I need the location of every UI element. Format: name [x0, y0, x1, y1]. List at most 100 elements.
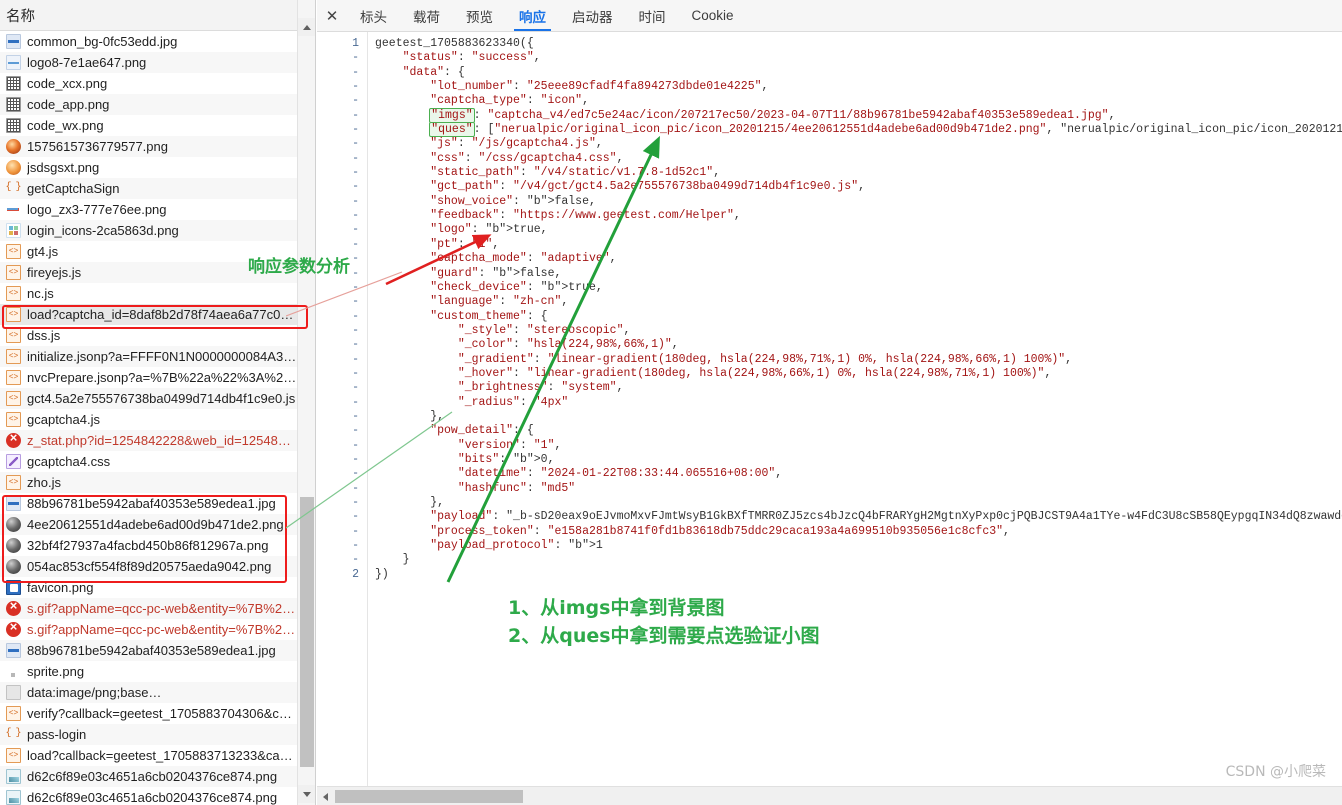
tab-label: 响应 [519, 9, 546, 25]
code-line: geetest_1705883623340({ [375, 37, 534, 50]
list-item[interactable]: dss.js [0, 325, 298, 346]
list-item-label: nvcPrepare.jsonp?a=%7B%22a%22%3A%22FFFF0… [27, 370, 298, 385]
tab-label: 标头 [360, 9, 387, 25]
list-item[interactable]: 88b96781be5942abaf40353e589edea1.jpg [0, 640, 298, 661]
list-item[interactable]: getCaptchaSign [0, 178, 298, 199]
list-item[interactable]: gcaptcha4.js [0, 409, 298, 430]
list-item[interactable]: data:image/png;base… [0, 682, 298, 703]
line-number: - [352, 223, 359, 237]
horizontal-scrollbar[interactable] [317, 786, 1342, 805]
code-line: "captcha_type": "icon", [430, 94, 589, 108]
line-number: - [352, 252, 359, 266]
image-png-icon [6, 202, 21, 217]
line-number: - [352, 539, 359, 553]
image-sprite-icon [6, 223, 21, 238]
tab-0[interactable]: 标头 [347, 0, 400, 31]
response-body-viewer[interactable]: 1------------------------------------2 g… [317, 32, 1342, 786]
stylesheet-icon [6, 454, 21, 469]
list-item[interactable]: z_stat.php?id=1254842228&web_id=12548422… [0, 430, 298, 451]
image-jpg-icon [6, 496, 21, 511]
list-item[interactable]: gcaptcha4.css [0, 451, 298, 472]
list-item[interactable]: 054ac853cf554f8f89d20575aeda9042.png [0, 556, 298, 577]
tab-6[interactable]: Cookie [679, 0, 747, 31]
list-item[interactable]: fireyejs.js [0, 262, 298, 283]
list-item[interactable]: load?captcha_id=8daf8b2d78f74aea6a77c0d1… [0, 304, 298, 325]
list-item[interactable]: 88b96781be5942abaf40353e589edea1.jpg [0, 493, 298, 514]
request-list-header: 名称 [0, 0, 315, 31]
script-icon [6, 307, 21, 322]
list-item[interactable]: zho.js [0, 472, 298, 493]
tab-2[interactable]: 预览 [453, 0, 506, 31]
tab-3[interactable]: 响应 [506, 0, 559, 31]
scroll-down-arrow-icon[interactable] [298, 785, 315, 803]
request-list[interactable]: common_bg-0fc53edd.jpg logo8-7e1ae647.png… [0, 31, 298, 805]
list-item-label: gcaptcha4.js [27, 412, 100, 427]
line-number: - [352, 123, 359, 137]
list-item[interactable]: code_xcx.png [0, 73, 298, 94]
code-line: "logo": "b">true, [430, 223, 548, 237]
list-item[interactable]: favicon.png [0, 577, 298, 598]
close-icon[interactable]: ✕ [317, 0, 347, 31]
code-line: "gct_path": "/v4/gct/gct4.5a2e755576738b… [430, 180, 866, 194]
column-header-name: 名称 [6, 8, 35, 25]
horizontal-scrollbar-thumb[interactable] [335, 790, 523, 803]
list-item[interactable]: initialize.jsonp?a=FFFF0N1N0000000084A3&… [0, 346, 298, 367]
line-number: - [352, 452, 359, 466]
line-number: - [352, 352, 359, 366]
list-item[interactable]: d62c6f89e03c4651a6cb0204376ce874.png [0, 766, 298, 787]
tab-4[interactable]: 启动器 [559, 0, 626, 31]
list-item[interactable]: d62c6f89e03c4651a6cb0204376ce874.png [0, 787, 298, 805]
image-sprite-icon [6, 664, 21, 679]
list-item[interactable]: code_app.png [0, 94, 298, 115]
line-number: 1 [352, 37, 359, 50]
list-item[interactable]: 32bf4f27937a4facbd450b86f812967a.png [0, 535, 298, 556]
script-icon [6, 412, 21, 427]
list-item-label: nc.js [27, 286, 54, 301]
scroll-left-arrow-icon[interactable] [319, 790, 332, 803]
list-item[interactable]: login_icons-2ca5863d.png [0, 220, 298, 241]
list-item-label: initialize.jsonp?a=FFFF0N1N0000000084A3&… [27, 349, 298, 364]
code-line: "check_device": "b">true, [430, 280, 603, 294]
list-item[interactable]: code_wx.png [0, 115, 298, 136]
list-item[interactable]: gct4.5a2e755576738ba0499d714db4f1c9e0.js [0, 388, 298, 409]
qr-image-icon [6, 118, 21, 133]
list-item[interactable]: 4ee20612551d4adebe6ad00d9b471de2.png [0, 514, 298, 535]
image-circle-icon [6, 139, 21, 154]
line-number: 2 [352, 567, 359, 581]
list-item[interactable]: common_bg-0fc53edd.jpg [0, 31, 298, 52]
devtools-network-panel: 名称 common_bg-0fc53edd.jpg logo8-7e1ae647.… [0, 0, 1342, 805]
image-teal-icon [6, 769, 21, 784]
tab-label: 启动器 [572, 9, 613, 25]
list-item[interactable]: logo8-7e1ae647.png [0, 52, 298, 73]
image-png-icon [6, 55, 21, 70]
code-line: "lot_number": "25eee89cfadf4fa894273dbde… [430, 80, 769, 94]
list-item-label: 054ac853cf554f8f89d20575aeda9042.png [27, 559, 272, 574]
tab-1[interactable]: 载荷 [400, 0, 453, 31]
list-item[interactable]: 1575615736779577.png [0, 136, 298, 157]
code-line: "_hover": "linear-gradient(180deg, hsla(… [457, 366, 1052, 380]
list-item[interactable]: pass-login [0, 724, 298, 745]
list-item[interactable]: logo_zx3-777e76ee.png [0, 199, 298, 220]
list-item[interactable]: nc.js [0, 283, 298, 304]
list-item[interactable]: sprite.png [0, 661, 298, 682]
tab-label: Cookie [691, 8, 734, 23]
list-item[interactable]: load?callback=geetest_1705883713233&capt… [0, 745, 298, 766]
list-item[interactable]: s.gif?appName=qcc-pc-web&entity=%7B%22pa… [0, 619, 298, 640]
tab-5[interactable]: 时间 [626, 0, 679, 31]
line-number: - [352, 51, 359, 65]
list-item[interactable]: gt4.js [0, 241, 298, 262]
list-item-label: gct4.5a2e755576738ba0499d714db4f1c9e0.js [27, 391, 296, 406]
list-item-label: gcaptcha4.css [27, 454, 111, 469]
list-item[interactable]: jsdsgsxt.png [0, 157, 298, 178]
scrollbar-thumb[interactable] [300, 497, 314, 767]
list-item[interactable]: s.gif?appName=qcc-pc-web&entity=%7B%22pi… [0, 598, 298, 619]
scroll-up-arrow-icon[interactable] [298, 18, 315, 36]
list-item-label: load?callback=geetest_1705883713233&capt… [27, 748, 298, 763]
code-line: "datetime": "2024-01-22T08:33:44.065516+… [457, 467, 783, 481]
code-line: "custom_theme": { [430, 309, 548, 323]
list-item[interactable]: verify?callback=geetest_1705883704306&ca… [0, 703, 298, 724]
script-icon [6, 391, 21, 406]
request-list-scrollbar[interactable] [297, 0, 315, 805]
list-item[interactable]: nvcPrepare.jsonp?a=%7B%22a%22%3A%22FFFF0… [0, 367, 298, 388]
list-item-label: common_bg-0fc53edd.jpg [27, 34, 178, 49]
